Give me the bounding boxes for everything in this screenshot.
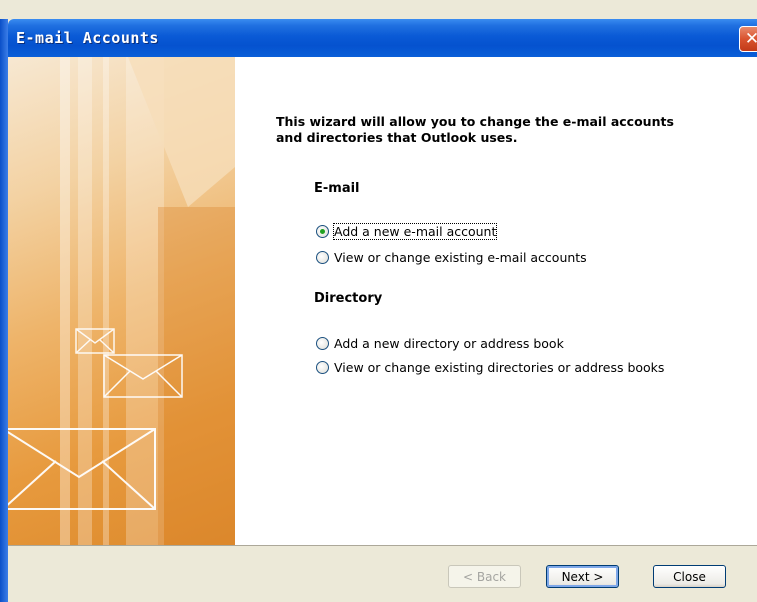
window-frame-left [0,19,8,602]
option-view-email-accounts[interactable]: View or change existing e-mail accounts [316,250,587,265]
option-add-email-account[interactable]: Add a new e-mail account [316,223,498,240]
option-view-directories[interactable]: View or change existing directories or a… [316,360,664,375]
radio-add-email-account[interactable] [316,225,329,238]
radio-view-email-accounts[interactable] [316,251,329,264]
email-section-heading: E-mail [314,181,360,196]
intro-text: This wizard will allow you to change the… [276,114,674,145]
envelope-art [8,57,235,545]
option-label[interactable]: View or change existing e-mail accounts [334,250,587,265]
close-icon: ✕ [744,29,757,49]
option-add-directory[interactable]: Add a new directory or address book [316,336,564,351]
option-label[interactable]: Add a new e-mail account [332,223,498,240]
radio-view-directories[interactable] [316,361,329,374]
close-window-button[interactable]: ✕ [739,26,757,52]
close-button[interactable]: Close [653,565,726,588]
wizard-content: This wizard will allow you to change the… [276,57,746,545]
option-label[interactable]: Add a new directory or address book [334,336,564,351]
back-button[interactable]: < Back [448,565,521,588]
email-accounts-dialog: E-mail Accounts ✕ This wizard will allow… [0,0,757,602]
title-bar[interactable]: E-mail Accounts ✕ [8,19,757,57]
side-banner-image [8,57,235,545]
option-label[interactable]: View or change existing directories or a… [334,360,664,375]
window-title: E-mail Accounts [16,29,159,47]
directory-section-heading: Directory [314,291,383,306]
button-bar: < Back Next > Close [8,545,757,602]
radio-add-directory[interactable] [316,337,329,350]
next-button[interactable]: Next > [546,565,619,588]
wizard-body: This wizard will allow you to change the… [8,57,757,545]
